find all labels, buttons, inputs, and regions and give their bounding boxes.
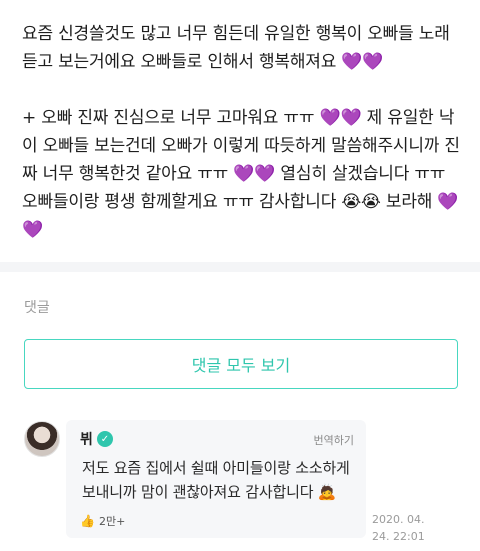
avatar[interactable] xyxy=(24,421,60,457)
section-divider xyxy=(0,262,480,272)
view-all-comments-button[interactable]: 댓글 모두 보기 xyxy=(24,339,458,389)
like-button[interactable]: 👍 2만+ xyxy=(80,513,125,529)
comment-author-name: 뷔 xyxy=(80,432,93,448)
verified-check-icon: ✓ xyxy=(96,431,113,447)
post-body: 요즘 신경쓸것도 많고 너무 힘든데 유일한 행복이 오빠들 노래듣고 보는거에… xyxy=(22,20,462,244)
comments-section-label: 댓글 xyxy=(24,300,50,316)
comment-author[interactable]: 뷔 ✓ xyxy=(80,429,113,449)
comment-card: 뷔 ✓ 번역하기 저도 요즘 집에서 쉴때 아미들이랑 소소하게 보내니까 맘이… xyxy=(66,420,366,538)
thumbs-up-icon: 👍 xyxy=(80,514,95,528)
post-paragraph-1: 요즘 신경쓸것도 많고 너무 힘든데 유일한 행복이 오빠들 노래듣고 보는거에… xyxy=(22,24,450,72)
translate-link[interactable]: 번역하기 xyxy=(314,432,354,448)
post-paragraph-2: + 오빠 진짜 진심으로 너무 고마워요 ㅠㅠ 💜💜 제 유일한 낙이 오빠들 … xyxy=(22,108,460,240)
comment-timestamp: 2020. 04. 24. 22:01 xyxy=(372,513,425,543)
like-count: 2만+ xyxy=(98,515,126,528)
comment-text: 저도 요즘 집에서 쉴때 아미들이랑 소소하게 보내니까 맘이 괜찮아져요 감사… xyxy=(82,459,350,501)
